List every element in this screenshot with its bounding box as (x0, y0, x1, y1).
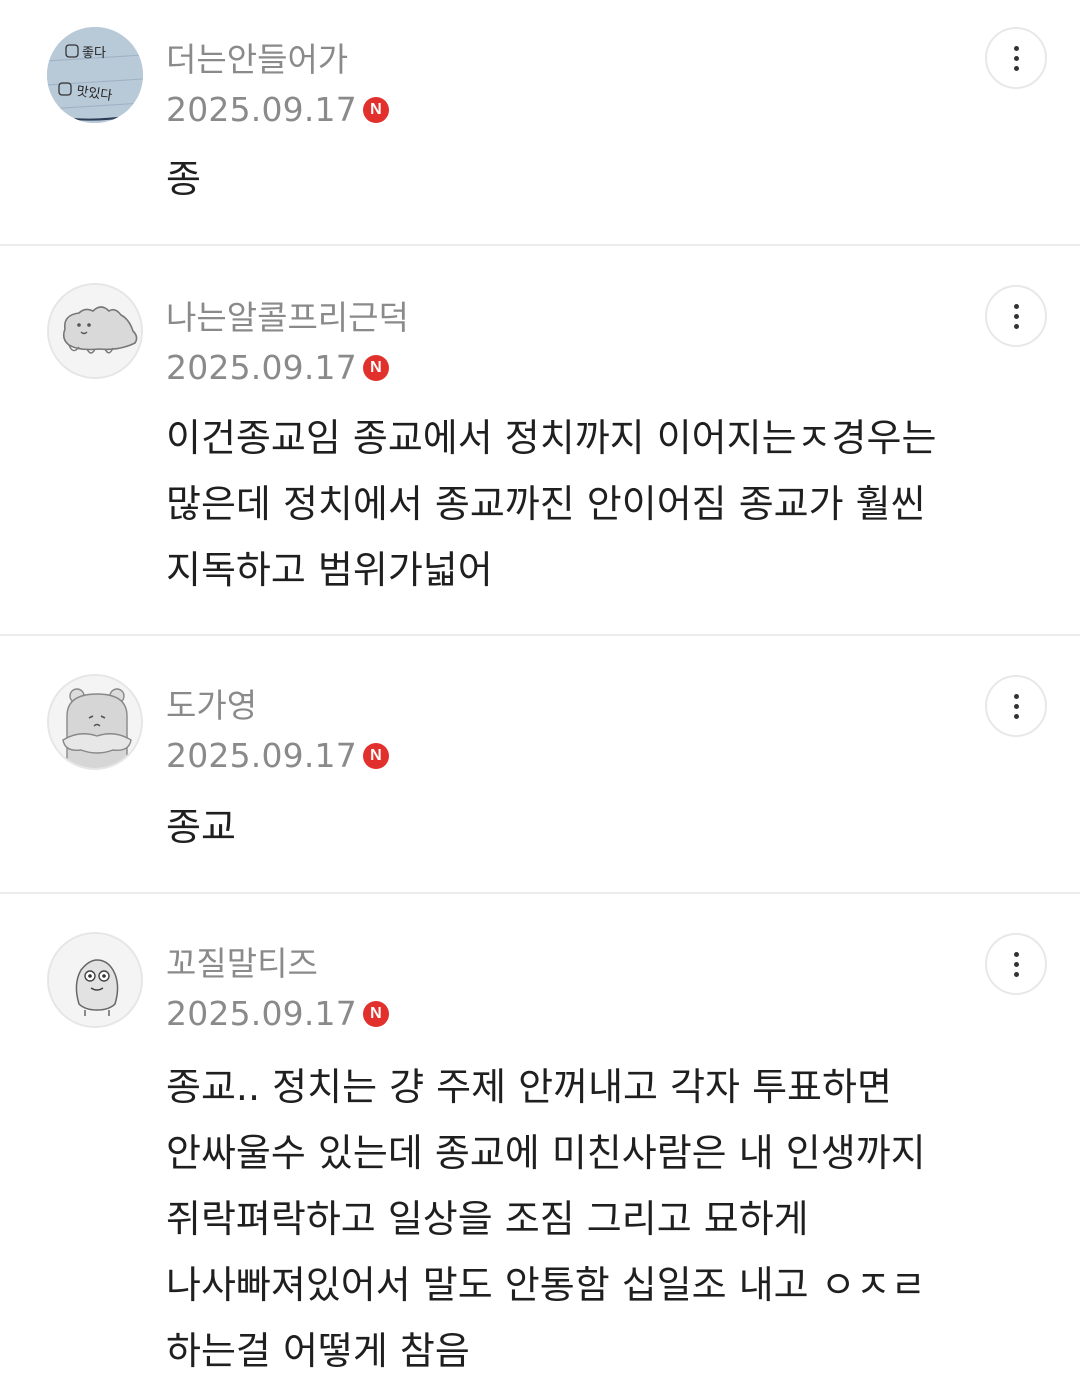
comment-item: 꼬질말티즈 2025.09.17 N 종교.. 정치는 걍 주제 안꺼내고 각자… (0, 894, 1080, 1394)
more-vertical-icon (1013, 971, 1019, 977)
more-vertical-icon (1013, 961, 1019, 967)
comment-body: 종 (166, 157, 201, 201)
comment-date: 2025.09.17 (166, 90, 357, 129)
more-vertical-icon (1013, 951, 1019, 957)
more-options-button[interactable] (985, 675, 1047, 737)
new-badge-icon: N (362, 97, 389, 123)
comment-date: 2025.09.17 (166, 736, 357, 775)
comment-body: 종교.. 정치는 걍 주제 안꺼내고 각자 투표하면 안싸울수 있는데 종교에 … (166, 1065, 926, 1373)
avatar[interactable] (47, 932, 143, 1028)
more-vertical-icon (1013, 313, 1019, 319)
comment-author[interactable]: 더는안들어가 (166, 40, 348, 80)
new-badge-icon: N (362, 1001, 389, 1027)
comment-date: 2025.09.17 (166, 994, 357, 1033)
comment-body: 종교 (166, 805, 236, 849)
comment-author[interactable]: 꼬질말티즈 (166, 944, 318, 984)
more-vertical-icon (1013, 703, 1019, 709)
comment-date: 2025.09.17 (166, 348, 357, 387)
more-vertical-icon (1013, 713, 1019, 719)
comment-meta: 2025.09.17 N (166, 994, 389, 1034)
more-options-button[interactable] (985, 27, 1047, 89)
comment-author[interactable]: 나는알콜프리근덕 (166, 298, 409, 338)
more-options-button[interactable] (985, 933, 1047, 995)
comment-item: 나는알콜프리근덕 2025.09.17 N 이건종교임 종교에서 정치까지 이어… (0, 246, 1080, 636)
comment-author[interactable]: 도가영 (166, 686, 257, 726)
new-badge-icon: N (362, 355, 389, 381)
comment-item: 도가영 2025.09.17 N 종교 (0, 636, 1080, 894)
more-vertical-icon (1013, 55, 1019, 61)
more-vertical-icon (1013, 45, 1019, 51)
comment-meta: 2025.09.17 N (166, 90, 389, 130)
more-vertical-icon (1013, 693, 1019, 699)
comment-meta: 2025.09.17 N (166, 348, 389, 388)
more-options-button[interactable] (985, 285, 1047, 347)
comment-meta: 2025.09.17 N (166, 736, 389, 776)
avatar[interactable]: 좋다 맛있다 (47, 27, 143, 123)
comment-body: 이건종교임 종교에서 정치까지 이어지는ㅈ경우는 많은데 정치에서 종교까진 안… (166, 416, 937, 592)
more-vertical-icon (1013, 323, 1019, 329)
more-vertical-icon (1013, 65, 1019, 71)
avatar-note-text: 좋다 (82, 46, 106, 61)
avatar[interactable] (47, 674, 143, 770)
avatar[interactable] (47, 283, 143, 379)
comment-item: 좋다 맛있다 더는안들어가 2025.09.17 N 종 (0, 0, 1080, 246)
new-badge-icon: N (362, 743, 389, 769)
more-vertical-icon (1013, 303, 1019, 309)
